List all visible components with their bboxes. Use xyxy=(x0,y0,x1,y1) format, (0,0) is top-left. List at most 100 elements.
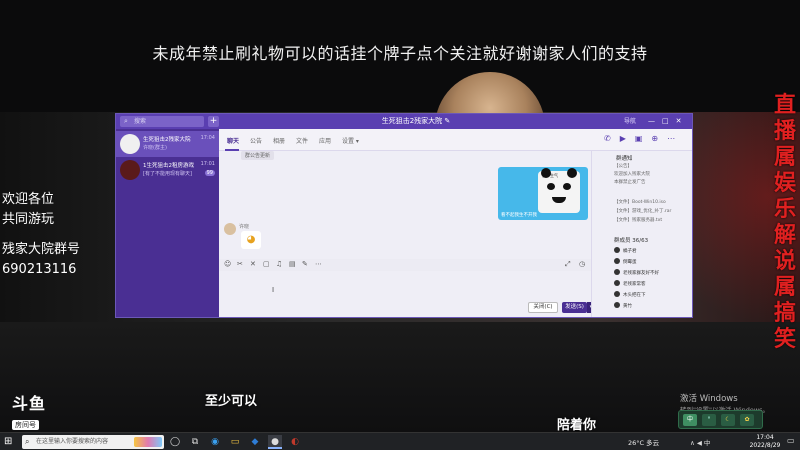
tab-chat[interactable]: 聊天 xyxy=(227,136,239,145)
emoji-icon[interactable]: ☺ xyxy=(224,260,231,268)
message-area[interactable]: 群公告更新 我不生气 看不起我生不开我 许晓 ◕ xyxy=(219,151,591,259)
close-icon[interactable]: ✕ xyxy=(676,114,682,129)
welcome-info: 欢迎各位 共同游玩 残家大院群号 690213116 xyxy=(2,190,80,280)
stream-banner-text: 未成年禁止刷礼物可以的话挂个牌子点个关注就好谢谢家人们的支持 xyxy=(152,44,648,63)
maximize-icon[interactable]: □ xyxy=(662,114,669,129)
ime-punct-icon[interactable]: ° xyxy=(702,414,716,426)
clock-date: 2022/8/29 xyxy=(749,442,781,449)
minimize-icon[interactable]: — xyxy=(648,114,655,129)
app-icon[interactable]: ◆ xyxy=(248,435,262,449)
slogan-char: 说 xyxy=(773,248,796,274)
multitask-icon[interactable]: ⧉ xyxy=(188,435,202,449)
add-button[interactable]: + xyxy=(208,116,219,127)
emoji-message[interactable]: ◕ xyxy=(241,231,261,249)
ime-moon-icon[interactable]: ☾ xyxy=(721,414,735,426)
close-button[interactable]: 关闭(C) xyxy=(528,302,558,313)
windows-start-icon[interactable]: ⊞ xyxy=(4,436,12,447)
game-app-icon[interactable]: ◐ xyxy=(288,435,302,449)
taskbar-clock[interactable]: 17:04 2022/8/29 xyxy=(748,434,782,450)
sticker-caption: 看不起我生不开我 xyxy=(501,213,537,218)
taskbar-search-input[interactable]: ⌕ 在这里输入你要搜索的内容 xyxy=(22,435,164,449)
taskbar-search-placeholder: 在这里输入你要搜索的内容 xyxy=(36,438,109,445)
group-avatar xyxy=(120,160,140,180)
ime-skin-icon[interactable]: ✿ xyxy=(740,414,754,426)
search-highlight-image xyxy=(134,437,162,447)
slogan-char: 解 xyxy=(773,222,796,248)
user-label[interactable]: 导航 xyxy=(624,114,636,129)
search-input[interactable]: ⌕ 搜索 xyxy=(120,116,204,127)
search-icon: ⌕ xyxy=(25,437,30,446)
floating-input-toolbar[interactable]: 中 ° ☾ ✿ xyxy=(678,410,763,429)
system-tray[interactable]: ∧ ◀ 中 xyxy=(690,437,710,447)
tab-settings[interactable]: 设置 ▾ xyxy=(342,136,359,145)
send-button[interactable]: 发送(S) xyxy=(562,302,587,313)
sticker-message[interactable]: 我不生气 看不起我生不开我 xyxy=(498,167,588,220)
expand-icon[interactable]: ⤢ xyxy=(565,260,571,269)
window-controls: — □ ✕ xyxy=(648,114,682,129)
member-item[interactable]: 老残家群友好不好 xyxy=(614,269,659,276)
weather-widget[interactable]: 26°C 多云 xyxy=(628,437,659,447)
conversation-preview: [有了不能用现有聊天] xyxy=(143,171,192,177)
member-item[interactable]: 老残家常客 xyxy=(614,280,646,287)
edit-icon[interactable]: ✎ xyxy=(444,117,450,125)
file-explorer-icon[interactable]: ▭ xyxy=(228,435,242,449)
title-bar[interactable]: ⌕ 搜索 + 生死狙击2残家大院 ✎ 导航 — □ ✕ xyxy=(116,114,692,129)
slogan-char: 属 xyxy=(773,144,796,170)
file-entry[interactable]: 【文件】残家服务器.txt xyxy=(614,217,692,223)
tab-announcement[interactable]: 公告 xyxy=(250,136,262,145)
more-icon[interactable]: ⋯ xyxy=(667,134,675,143)
ime-chinese-icon[interactable]: 中 xyxy=(683,414,697,426)
watermark-title: 激活 Windows xyxy=(680,394,738,404)
member-name: 黄竹 xyxy=(623,304,632,309)
member-item[interactable]: 木头把在下 xyxy=(614,291,646,298)
panda-sticker-image: 我不生气 xyxy=(538,168,580,213)
screen-share-icon[interactable]: ▣ xyxy=(635,134,643,143)
group-avatar xyxy=(120,134,140,154)
music-icon[interactable]: ♫ xyxy=(276,260,282,268)
windows-taskbar: ⊞ ⌕ 在这里输入你要搜索的内容 ◯ ⧉ ◉ ▭ ◆ ● ◐ 26°C 多云 ∧… xyxy=(0,432,800,450)
more-tools-icon[interactable]: ⋯ xyxy=(315,260,322,268)
subtitle-caption: 陪着你 xyxy=(557,418,597,433)
image-icon[interactable]: ▤ xyxy=(289,260,296,268)
tab-apps[interactable]: 应用 xyxy=(319,136,331,145)
member-avatar xyxy=(614,291,620,297)
conversation-item[interactable]: 1生死狙击2租房游戏 [有了不能用现有聊天] 17:01 99 xyxy=(116,157,219,183)
conversation-time: 17:04 xyxy=(200,135,215,141)
welcome-line: 共同游玩 xyxy=(2,212,55,227)
tab-files[interactable]: 文件 xyxy=(296,136,308,145)
scissors-icon[interactable]: ✕ xyxy=(250,260,256,268)
unread-badge: 99 xyxy=(204,170,215,176)
video-icon[interactable]: ▶ xyxy=(620,134,626,143)
history-icon[interactable]: ◷ xyxy=(579,260,585,268)
member-avatar xyxy=(614,247,620,253)
pen-icon[interactable]: ✎ xyxy=(302,260,308,268)
tab-album[interactable]: 相册 xyxy=(273,136,285,145)
edge-browser-icon[interactable]: ◉ xyxy=(208,435,222,449)
notification-icon[interactable]: ▭ xyxy=(787,436,795,445)
sender-avatar[interactable] xyxy=(224,223,236,235)
message-input[interactable]: I 关闭(C) 发送(S) ▾ xyxy=(219,271,595,317)
slogan-char: 直 xyxy=(773,92,796,118)
slogan-char: 播 xyxy=(773,118,796,144)
member-name: 木头把在下 xyxy=(623,293,646,298)
system-notice: 群公告更新 xyxy=(241,151,275,160)
panel-title: 群通知 xyxy=(616,156,633,162)
member-item[interactable]: 橘子君 xyxy=(614,247,637,254)
file-icon[interactable]: ▢ xyxy=(263,260,270,268)
member-item[interactable]: 倒霉蛋 xyxy=(614,258,637,265)
file-entry[interactable]: 【文件】游戏_优化_补丁.rar xyxy=(614,208,692,214)
file-entry[interactable]: 【文件】Boot-Win10.iso xyxy=(614,199,692,205)
vertical-slogan: 直 播 属 娱 乐 解 说 属 搞 笑 xyxy=(770,92,800,352)
add-member-icon[interactable]: ⊕ xyxy=(651,134,658,143)
conversation-item[interactable]: 生死狙击2残家大院 许晓(群主) 17:04 xyxy=(116,131,219,157)
chat-app-taskbar-icon[interactable]: ● xyxy=(268,435,282,449)
member-item[interactable]: 黄竹 xyxy=(614,302,632,309)
phone-icon[interactable]: ✆ xyxy=(604,134,611,143)
task-view-icon[interactable]: ◯ xyxy=(168,435,182,449)
panel-line: 欢迎加入残家大院 xyxy=(614,172,650,177)
room-label: 房间号 xyxy=(12,420,39,430)
member-avatar xyxy=(614,269,620,275)
conversation-preview: 许晓(群主) xyxy=(143,145,167,151)
screenshot-icon[interactable]: ✂ xyxy=(237,260,243,268)
conversation-time: 17:01 xyxy=(200,161,215,167)
